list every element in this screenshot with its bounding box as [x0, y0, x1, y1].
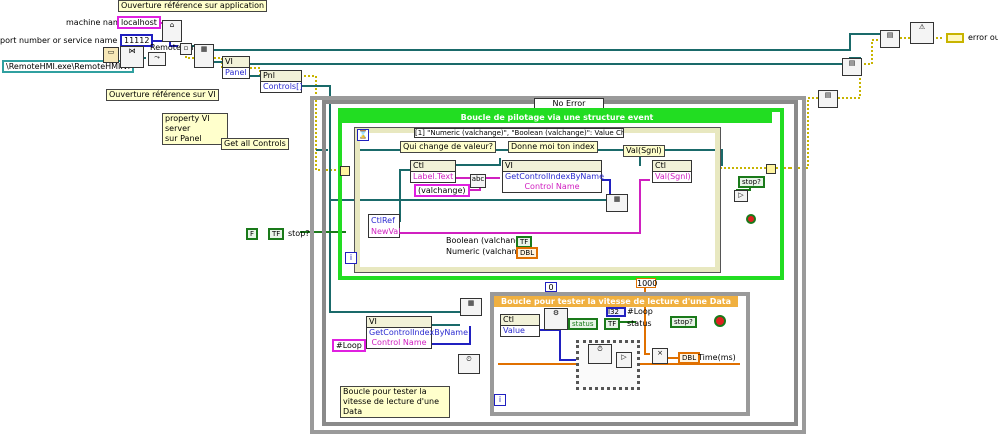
vi-invoke-header: VI	[503, 161, 601, 172]
error-out-label: error out	[968, 33, 998, 42]
newval-item: NewVal	[371, 227, 401, 236]
error-out-terminal[interactable]	[946, 33, 964, 43]
value-prop: Value	[503, 326, 525, 335]
bundle-icon[interactable]: ▫	[180, 43, 192, 55]
vi-prop-header: VI	[223, 57, 249, 68]
get-ctrl-index-method: GetControlIndexByName	[505, 172, 605, 181]
search-replace-string-icon[interactable]: abc	[470, 174, 486, 188]
status-out-label: status	[627, 319, 652, 328]
path-convert-icon[interactable]: ⤳	[148, 52, 166, 66]
case-selector-label: No Error	[552, 99, 586, 108]
tick-count-icon[interactable]: ⏱	[588, 344, 612, 364]
stop-local-variable[interactable]: stop?	[738, 176, 765, 188]
open-app-ref-icon[interactable]: ⌂	[162, 20, 182, 42]
loop-i32-terminal[interactable]: I32	[606, 307, 626, 317]
test-iteration-terminal: i	[494, 394, 506, 406]
vi-property-node[interactable]: VI Panel	[222, 56, 250, 79]
close-ref-icon-2[interactable]: ▤	[842, 58, 862, 76]
vi-invoke-node-2[interactable]: VI GetControlIndexByName Control Name	[366, 316, 469, 349]
note-qui-change: Qui change de valeur?	[400, 141, 497, 153]
folder-icon: ▭	[103, 47, 119, 63]
false-const[interactable]: F	[246, 228, 259, 240]
stop-local-variable-2[interactable]: stop?	[670, 316, 697, 328]
shift-register-right	[766, 164, 776, 174]
const-1000[interactable]: 1000	[636, 278, 657, 288]
ctl-valsgnl-property-node[interactable]: Ctl Val(Sgnl)	[652, 160, 692, 183]
note-donne-index: Donne moi ton index	[508, 141, 598, 153]
error-handler-icon[interactable]: ⚠	[910, 22, 934, 44]
close-ref-icon-1[interactable]: ▤	[818, 90, 838, 108]
stop-local-label: stop?	[742, 178, 761, 186]
pnl-prop-header: Pnl	[261, 71, 301, 82]
ctl-valsgnl-header: Ctl	[653, 161, 691, 172]
stop-tf-terminal[interactable]: TF	[268, 228, 285, 240]
stop-outer-label: stop?	[288, 229, 310, 238]
ctl-value-property-node[interactable]: Ctl Value	[500, 314, 540, 337]
event-selector-label: [1] "Numeric (valchange)", "Boolean (val…	[415, 129, 624, 137]
status-tf-terminal[interactable]: TF	[604, 318, 621, 330]
shift-register-left	[340, 166, 350, 176]
wait-timer-icon[interactable]: ⏲	[458, 354, 480, 374]
event-banner: Boucle de pilotage via une structure eve…	[342, 112, 772, 123]
stop-condition-terminal-2[interactable]	[714, 315, 726, 327]
val-sgnl-prop: Val(Sgnl)	[655, 172, 691, 181]
event-data-node: CtlRef NewVal	[368, 214, 400, 238]
ctlref-item: CtlRef	[371, 216, 395, 225]
stop-condition-terminal[interactable]	[746, 214, 756, 224]
ctl-value-header: Ctl	[501, 315, 539, 326]
note-open-vi-ref: Ouverture référence sur VI	[106, 89, 219, 101]
app-ref-wire	[210, 33, 880, 51]
test-banner: Boucle pour tester la vitesse de lecture…	[494, 296, 738, 307]
vi-ref-wire	[246, 57, 861, 66]
open-vi-ref-icon[interactable]: ▦	[194, 44, 214, 68]
numeric-valchange-terminal[interactable]: DBL	[516, 247, 539, 259]
status-indicator[interactable]: status	[568, 318, 598, 330]
vi-invoke-node[interactable]: VI GetControlIndexByName Control Name	[502, 160, 605, 193]
note-val-sgnl: Val(Sgnl)	[623, 145, 665, 157]
note-get-all-controls: Get all Controls	[221, 138, 289, 150]
time-ms-label: Time(ms)	[698, 353, 736, 362]
or-function-icon[interactable]: ▷	[734, 190, 748, 202]
vi-prop-panel: Panel	[225, 68, 247, 77]
subtract-icon[interactable]: ▷	[616, 352, 632, 368]
event-timeout-terminal: ⌛	[357, 129, 369, 141]
loop-name-const[interactable]: #Loop	[332, 339, 366, 352]
const-zero[interactable]: 0	[545, 282, 557, 292]
status-label: status	[572, 320, 594, 328]
label-text-prop: Label.Text	[413, 172, 454, 181]
note-open-app-ref: Ouverture référence sur application	[118, 0, 268, 12]
index-array-icon[interactable]: ▦	[606, 194, 628, 212]
event-selector[interactable]: [1] "Numeric (valchange)", "Boolean (val…	[414, 128, 624, 138]
panel-property-node[interactable]: Pnl Controls[]	[260, 70, 302, 93]
index-array-icon-2[interactable]: ▦	[460, 298, 482, 316]
ctl-label-property-node[interactable]: Ctl Label.Text	[410, 160, 456, 183]
ctl-label-header: Ctl	[411, 161, 455, 172]
time-ms-terminal[interactable]: DBL	[678, 352, 701, 364]
vi-invoke2-header: VI	[367, 317, 431, 328]
pnl-prop-controls: Controls[]	[263, 82, 303, 91]
valchange-const[interactable]: (valchange)	[414, 184, 470, 197]
control-name-param-2: Control Name	[371, 338, 427, 347]
build-path-icon[interactable]: ⋈	[120, 46, 144, 68]
get-ctrl-index-method-2: GetControlIndexByName	[369, 328, 469, 337]
close-ref-icon-3[interactable]: ▤	[880, 30, 900, 48]
multiply-icon[interactable]: ×	[652, 348, 668, 364]
variant-to-data-icon[interactable]: ⚙	[544, 308, 568, 330]
machine-name-const[interactable]: localhost	[117, 16, 161, 29]
event-iteration-terminal: i	[345, 252, 357, 264]
control-name-param: Control Name	[524, 182, 580, 191]
note-property-vi-server: property VI server sur Panel	[162, 113, 228, 145]
loop-out-label: #Loop	[627, 307, 653, 316]
